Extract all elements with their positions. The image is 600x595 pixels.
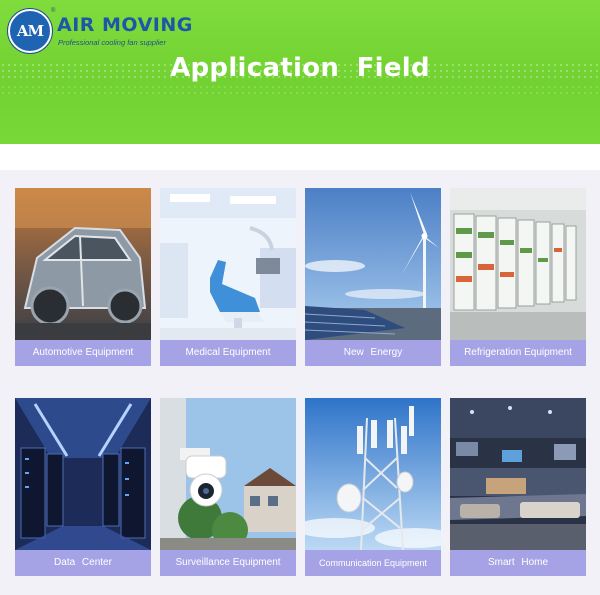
application-card-smart-home[interactable]: Smart Home <box>450 398 586 576</box>
application-card-medical[interactable]: Medical Equipment <box>160 188 296 366</box>
banner-dot-pattern-lower <box>0 84 600 94</box>
application-label: New Energy <box>305 340 441 366</box>
brand-tagline: Professional cooling fan supplier <box>58 38 166 47</box>
logo-text: AM <box>16 22 44 40</box>
security-camera-icon <box>160 398 296 550</box>
application-label: Medical Equipment <box>160 340 296 366</box>
wind-turbine-icon <box>305 188 441 340</box>
application-label: Automotive Equipment <box>15 340 151 366</box>
application-card-new-energy[interactable]: New Energy <box>305 188 441 366</box>
header-banner: AM ® AIR MOVING Professional cooling fan… <box>0 0 600 144</box>
application-label: Communication Equipment <box>305 550 441 576</box>
application-grid: Automotive Equipment Medical Equipment N… <box>0 170 600 595</box>
application-label: Smart Home <box>450 550 586 576</box>
application-card-surveillance[interactable]: Surveillance Equipment <box>160 398 296 576</box>
dental-chair-icon <box>160 188 296 340</box>
application-label: Data Center <box>15 550 151 576</box>
application-card-automotive[interactable]: Automotive Equipment <box>15 188 151 366</box>
server-rack-icon <box>15 398 151 550</box>
smart-home-icon <box>450 398 586 550</box>
registered-mark: ® <box>51 8 56 14</box>
application-card-refrigeration[interactable]: Refrigeration Equipment <box>450 188 586 366</box>
application-card-data-center[interactable]: Data Center <box>15 398 151 576</box>
logo-icon[interactable]: AM <box>8 9 52 53</box>
application-label: Surveillance Equipment <box>160 550 296 576</box>
application-card-communication[interactable]: Communication Equipment <box>305 398 441 576</box>
fridge-display-icon <box>450 188 586 340</box>
cell-tower-icon <box>305 398 441 550</box>
brand-name[interactable]: AIR MOVING <box>57 14 193 36</box>
car-body-icon <box>15 188 151 340</box>
application-label: Refrigeration Equipment <box>450 340 586 366</box>
page-title: Application Field <box>170 53 430 83</box>
